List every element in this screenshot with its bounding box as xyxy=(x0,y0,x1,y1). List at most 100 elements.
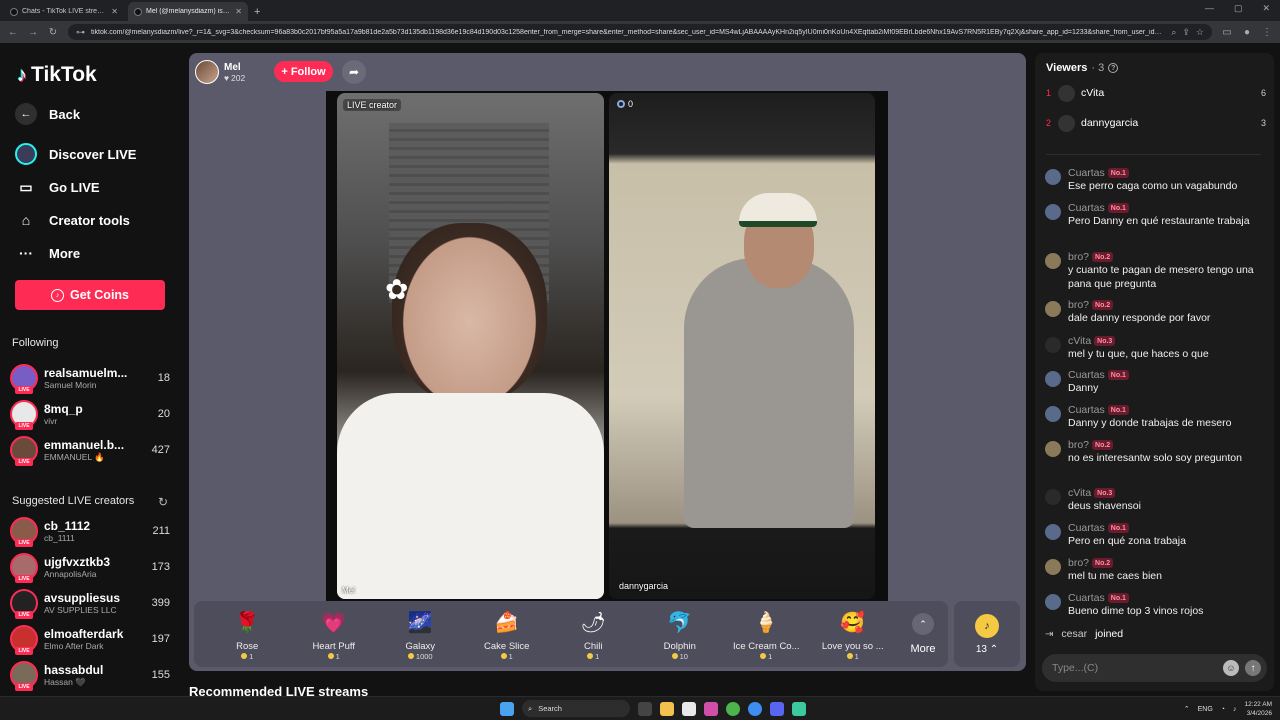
avatar[interactable] xyxy=(1045,371,1061,387)
share-icon[interactable]: ➦ xyxy=(342,60,366,84)
app-icon[interactable] xyxy=(792,701,806,716)
browser-menu-icon[interactable]: ⋮ xyxy=(1262,27,1272,38)
info-icon[interactable]: ? xyxy=(1108,63,1119,73)
avatar[interactable]: LIVE xyxy=(10,553,38,583)
avatar[interactable] xyxy=(1045,301,1061,317)
sidebar-account[interactable]: LIVE ujgfvxztkb3 AnnapolisAria 173 xyxy=(10,552,170,583)
avatar[interactable] xyxy=(1045,441,1061,457)
top-viewer-row[interactable]: 1 cVita 6 xyxy=(1046,83,1266,103)
nav-back[interactable]: ← Back xyxy=(15,103,80,125)
profile-icon[interactable]: ● xyxy=(1242,27,1252,38)
avatar[interactable] xyxy=(1045,337,1061,353)
gift-item[interactable]: 🌶 Chili 1 xyxy=(550,608,637,661)
back-arrow-icon[interactable]: ← xyxy=(8,27,18,38)
chrome-icon[interactable] xyxy=(726,701,740,716)
close-icon[interactable]: ✕ xyxy=(111,7,118,16)
message-username[interactable]: bro? xyxy=(1068,299,1089,311)
avatar[interactable] xyxy=(1045,204,1061,220)
language-indicator[interactable]: ENG xyxy=(1198,706,1213,713)
address-bar[interactable]: ⊶ tiktok.com/@melanysdiazm/live?_r=1&_sv… xyxy=(68,24,1212,40)
gift-item[interactable]: 🍦 Ice Cream Co... 1 xyxy=(723,608,810,661)
close-icon[interactable]: ✕ xyxy=(235,7,242,16)
close-window-icon[interactable]: ✕ xyxy=(1262,3,1270,14)
chrome-profile-icon[interactable] xyxy=(748,701,762,716)
avatar[interactable]: LIVE xyxy=(10,625,38,655)
maximize-icon[interactable]: ▢ xyxy=(1234,3,1243,14)
avatar[interactable]: LIVE xyxy=(10,589,38,619)
gift-item[interactable]: 💗 Heart Puff 1 xyxy=(291,608,378,661)
bookmark-star-icon[interactable]: ☆ xyxy=(1196,27,1204,38)
get-coins-button[interactable]: ♪ Get Coins xyxy=(15,280,165,310)
gift-item[interactable]: 🌹 Rose 1 xyxy=(204,608,291,661)
video-player[interactable]: ✿ LIVE creator Mel 0 dannygarcia xyxy=(326,91,888,601)
nav-creator-tools[interactable]: ⌂ Creator tools xyxy=(15,209,130,231)
chevron-up-icon[interactable]: ⌃ xyxy=(1184,705,1190,713)
gift-item[interactable]: 🥰 Love you so ... 1 xyxy=(810,608,897,661)
gift-item[interactable]: 🍰 Cake Slice 1 xyxy=(464,608,551,661)
share-page-icon[interactable]: ⇪ xyxy=(1182,27,1190,38)
message-username[interactable]: bro? xyxy=(1068,251,1089,263)
refresh-icon[interactable]: ↻ xyxy=(158,495,168,509)
more-gifts-button[interactable]: ⌃ More xyxy=(898,613,948,655)
sidebar-account[interactable]: LIVE realsamuelm... Samuel Morin 18 xyxy=(10,363,170,394)
nav-more[interactable]: ··· More xyxy=(15,242,80,264)
host-video[interactable]: ✿ LIVE creator Mel xyxy=(337,93,604,599)
notepad-icon[interactable] xyxy=(682,701,696,716)
message-username[interactable]: Cuartas xyxy=(1068,404,1105,416)
tiktok-logo[interactable]: ♪ TikTok xyxy=(17,63,97,87)
message-username[interactable]: Cuartas xyxy=(1068,202,1105,214)
message-username[interactable]: Cuartas xyxy=(1068,592,1105,604)
volume-icon[interactable]: ♪ xyxy=(1233,706,1237,713)
follow-button[interactable]: + Follow xyxy=(274,61,333,82)
store-icon[interactable] xyxy=(704,701,718,716)
avatar[interactable]: LIVE xyxy=(10,661,38,691)
sidebar-account[interactable]: LIVE 8mq_p vivr 20 xyxy=(10,399,170,430)
avatar[interactable]: LIVE xyxy=(10,517,38,547)
avatar[interactable] xyxy=(1045,524,1061,540)
gift-item[interactable]: 🌌 Galaxy 1000 xyxy=(377,608,464,661)
clock[interactable]: 12:22 AM 3/4/2026 xyxy=(1245,700,1272,718)
new-tab-icon[interactable]: + xyxy=(254,2,260,21)
task-view-icon[interactable] xyxy=(638,701,652,716)
avatar[interactable]: LIVE xyxy=(10,364,38,394)
host-avatar[interactable] xyxy=(195,60,219,84)
chat-input[interactable] xyxy=(1052,662,1223,674)
wifi-icon[interactable]: ◔ xyxy=(1221,706,1225,713)
site-info-icon[interactable]: ⊶ xyxy=(76,27,85,38)
guest-video[interactable]: 0 dannygarcia xyxy=(609,93,875,599)
avatar[interactable] xyxy=(1058,114,1075,132)
avatar[interactable] xyxy=(1045,253,1061,269)
sidebar-account[interactable]: LIVE emmanuel.b... EMMANUEL 🔥 427 xyxy=(10,435,170,466)
gift-item[interactable]: 🐬 Dolphin 10 xyxy=(637,608,724,661)
file-explorer-icon[interactable] xyxy=(660,701,674,716)
forward-arrow-icon[interactable]: → xyxy=(28,27,38,38)
top-viewer-row[interactable]: 2 dannygarcia 3 xyxy=(1046,113,1266,133)
minimize-icon[interactable]: — xyxy=(1205,3,1214,14)
sidebar-account[interactable]: LIVE avsuppliesus AV SUPPLIES LLC 399 xyxy=(10,588,170,619)
sidebar-account[interactable]: LIVE elmoafterdark Elmo After Dark 197 xyxy=(10,624,170,655)
browser-tab-chats[interactable]: Chats - TikTok LIVE streams ✕ xyxy=(4,2,124,21)
avatar[interactable]: LIVE xyxy=(10,436,38,466)
avatar[interactable] xyxy=(1045,489,1061,505)
message-username[interactable]: bro? xyxy=(1068,557,1089,569)
sidebar-account[interactable]: LIVE hassabdul Hassan 🖤 155 xyxy=(10,660,170,691)
avatar[interactable] xyxy=(1045,559,1061,575)
avatar[interactable] xyxy=(1058,84,1075,102)
nav-discover-live[interactable]: Discover LIVE xyxy=(15,143,136,165)
send-icon[interactable]: ↑ xyxy=(1245,660,1261,676)
sidebar-toggle-icon[interactable]: ▭ xyxy=(1222,27,1232,38)
emoji-icon[interactable]: ☺ xyxy=(1223,660,1239,676)
message-username[interactable]: Cuartas xyxy=(1068,369,1105,381)
chat-input-box[interactable]: ☺ ↑ xyxy=(1042,654,1267,682)
message-username[interactable]: Cuartas xyxy=(1068,522,1105,534)
sidebar-account[interactable]: LIVE cb_1112 cb_1111 211 xyxy=(10,516,170,547)
nav-go-live[interactable]: ▭ Go LIVE xyxy=(15,176,99,198)
taskbar-search[interactable]: ⌕ Search xyxy=(522,700,630,717)
message-username[interactable]: bro? xyxy=(1068,439,1089,451)
avatar[interactable] xyxy=(1045,406,1061,422)
browser-tab-mel-live[interactable]: Mel (@melanysdiazm) is LIVE ✕ xyxy=(128,2,248,21)
avatar[interactable]: LIVE xyxy=(10,400,38,430)
reload-icon[interactable]: ↻ xyxy=(48,27,58,38)
coin-balance-button[interactable]: ♪ 13 ⌃ xyxy=(954,601,1020,667)
windows-start-icon[interactable] xyxy=(500,701,514,716)
